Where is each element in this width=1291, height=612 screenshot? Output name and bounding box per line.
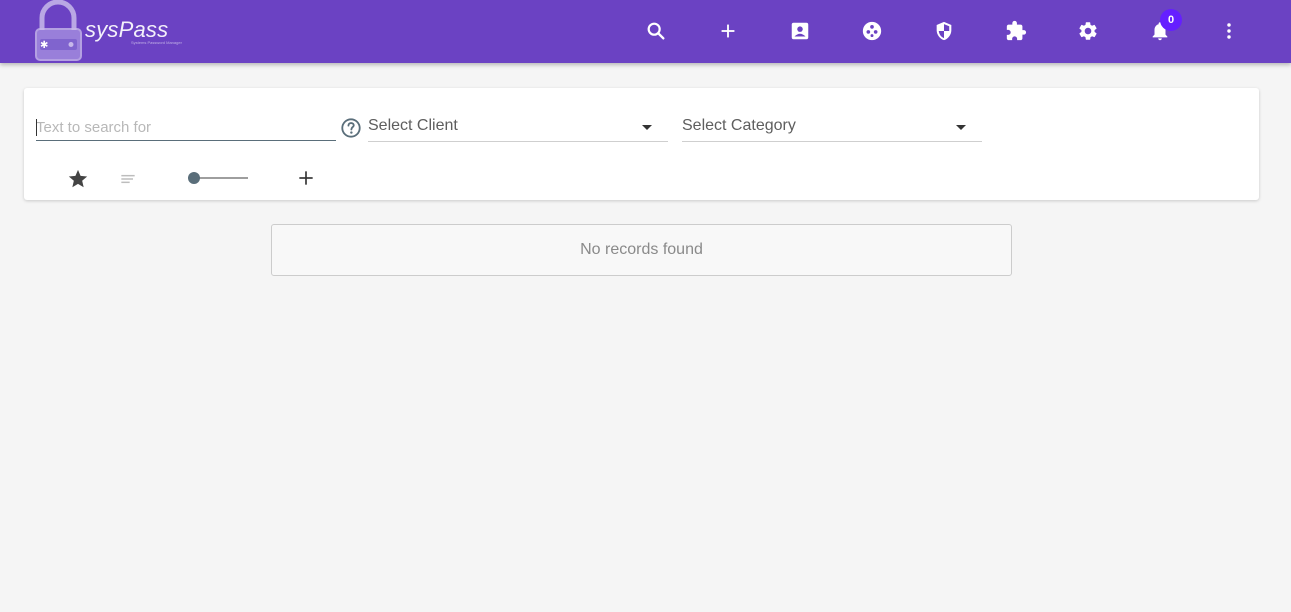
category-select-label: Select Category	[682, 117, 796, 134]
padlock-logo-icon: ✱	[35, 0, 82, 61]
gear-icon	[1079, 22, 1097, 40]
star-icon	[68, 169, 88, 188]
more-vert-icon	[1227, 23, 1231, 39]
plus-icon	[299, 171, 313, 185]
settings-button[interactable]	[1071, 14, 1105, 48]
search-panel: Select Client Select Category	[24, 88, 1259, 200]
more-options-button[interactable]	[1212, 14, 1246, 48]
favorites-filter-button[interactable]	[66, 167, 90, 191]
search-icon	[647, 22, 665, 40]
search-button[interactable]	[639, 14, 673, 48]
category-select[interactable]: Select Category	[682, 113, 982, 142]
groups-button[interactable]	[855, 14, 889, 48]
view-mode-toggle[interactable]	[186, 170, 248, 186]
chevron-down-icon	[642, 125, 652, 130]
chevron-down-icon	[956, 125, 966, 130]
sort-order-button[interactable]	[117, 168, 139, 190]
logo-subtitle: Systems Password Manager	[131, 40, 182, 45]
svg-text:✱: ✱	[40, 40, 48, 51]
toggle-thumb[interactable]	[188, 172, 200, 184]
top-app-bar: ✱ sysPass Systems Password Manager 0	[0, 0, 1291, 63]
no-records-message: No records found	[271, 224, 1012, 276]
more-filters-button[interactable]	[294, 166, 318, 190]
sort-lines-icon	[121, 174, 135, 184]
group-icon	[862, 21, 882, 41]
toggle-track	[192, 177, 248, 179]
no-records-text: No records found	[580, 241, 703, 258]
account-box-icon	[791, 22, 809, 40]
access-manager-button[interactable]	[783, 14, 817, 48]
plugins-button[interactable]	[999, 14, 1033, 48]
add-account-button[interactable]	[711, 14, 745, 48]
client-select[interactable]: Select Client	[368, 113, 668, 142]
extension-icon	[1006, 20, 1027, 41]
syspass-logo[interactable]: ✱ sysPass Systems Password Manager	[33, 0, 193, 63]
shield-icon	[936, 21, 952, 41]
client-select-label: Select Client	[368, 117, 458, 134]
security-button[interactable]	[927, 14, 961, 48]
search-input[interactable]	[36, 115, 336, 141]
plus-icon	[721, 24, 735, 38]
notification-count-badge[interactable]: 0	[1160, 9, 1182, 31]
text-cursor	[36, 119, 37, 136]
help-icon[interactable]	[340, 117, 362, 139]
